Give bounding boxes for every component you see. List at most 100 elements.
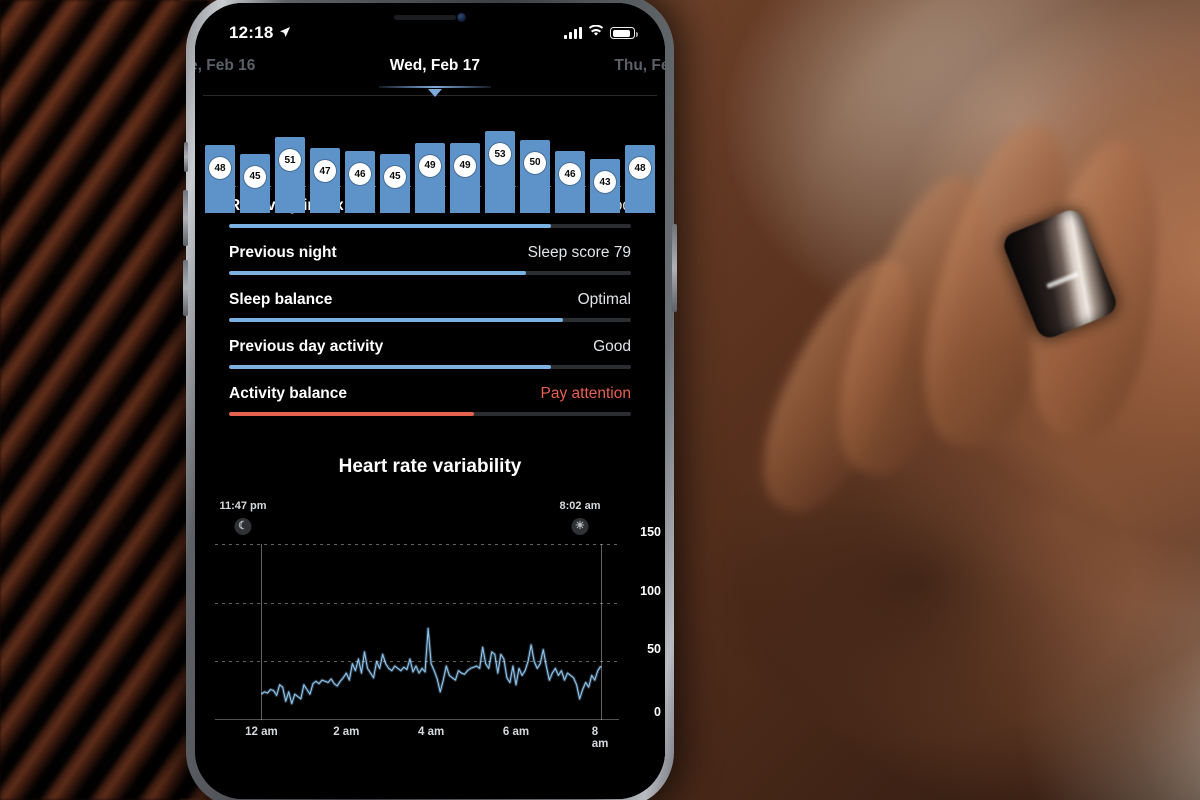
hrv-x-axis-label: 8 am: [591, 726, 609, 750]
hrv-gridline: [215, 661, 619, 663]
readiness-bar[interactable]: 53: [485, 103, 515, 213]
readiness-bar-value-badge: 48: [629, 157, 651, 180]
metric-value: Good: [593, 338, 631, 355]
readiness-bar[interactable]: 51: [275, 103, 305, 213]
date-tab-current-label: Wed, Feb 17: [389, 57, 480, 74]
readiness-bar[interactable]: 48: [625, 103, 655, 213]
sun-icon: ☀: [571, 518, 589, 535]
metric-progress-track: [229, 365, 631, 369]
readiness-bar[interactable]: 48: [205, 103, 235, 213]
readiness-bar[interactable]: 43: [590, 103, 620, 213]
metric-progress-fill: [229, 271, 527, 275]
hrv-chart[interactable]: 11:47 pm ☾ 8:02 am ☀ 0 50 100 150 12 am …: [195, 500, 665, 750]
hrv-end-marker-line: [600, 544, 602, 720]
readiness-bar-value-badge: 49: [454, 154, 476, 177]
metric-row-header: Sleep balance Optimal: [229, 291, 631, 318]
readiness-bar[interactable]: 46: [555, 103, 585, 213]
metrics-list: Recovery indexGoodPrevious nightSleep sc…: [195, 197, 665, 416]
app-screen: 12:18 e, Feb 16 Wed, Feb 17 Thu, F 48 45…: [195, 3, 665, 799]
readiness-bar[interactable]: 47: [310, 103, 340, 213]
moon-icon: ☾: [234, 518, 252, 535]
readiness-bar[interactable]: 45: [240, 103, 270, 213]
hrv-start-time: 11:47 pm ☾: [219, 500, 267, 535]
hrv-time-markers: 11:47 pm ☾ 8:02 am ☀: [195, 500, 665, 544]
metric-value: Pay attention: [540, 385, 631, 402]
metric-row[interactable]: Previous night Sleep score 79: [229, 228, 631, 275]
date-tab-current[interactable]: Wed, Feb 17: [378, 53, 491, 97]
readiness-bar[interactable]: 45: [380, 103, 410, 213]
hrv-end-time: 8:02 am ☀: [560, 500, 600, 535]
hrv-title: Heart rate variability: [338, 456, 522, 477]
metrics-panel: Recovery indexGoodPrevious nightSleep sc…: [195, 197, 665, 799]
readiness-bar-value-badge: 51: [279, 149, 301, 171]
metric-progress-track: [229, 412, 631, 416]
status-bar-indicators: [564, 24, 638, 42]
date-tab-bar: e, Feb 16 Wed, Feb 17 Thu, Feb: [195, 53, 665, 97]
battery-icon: [610, 27, 638, 39]
status-bar-time: 12:18: [229, 23, 274, 42]
hrv-x-axis-label: 4 am: [418, 726, 445, 738]
metric-label: Previous night: [229, 244, 337, 261]
metric-row[interactable]: Activity balance Pay attention: [229, 369, 631, 416]
readiness-bar-value-badge: 45: [244, 165, 266, 188]
hrv-x-axis-label: 6 am: [502, 726, 530, 738]
hrv-y-axis-label: 50: [647, 642, 661, 657]
readiness-bar-value-badge: 53: [489, 143, 511, 166]
hrv-start-marker-line: [261, 544, 263, 720]
readiness-bar-value-badge: 48: [209, 157, 231, 180]
status-bar-time-group: 12:18: [229, 23, 291, 43]
metric-row-header: Previous night Sleep score 79: [229, 244, 631, 271]
metric-progress-fill: [229, 365, 551, 369]
hrv-y-axis-label: 100: [640, 583, 661, 598]
speaker-grill-icon: [394, 15, 457, 20]
metric-progress-fill: [229, 318, 563, 322]
readiness-bar-fill: [520, 139, 550, 213]
hrv-y-axis-label: 150: [640, 525, 661, 539]
volume-up-button[interactable]: [183, 190, 188, 246]
hrv-start-time-label: 11:47 pm: [219, 500, 267, 512]
metric-value: Optimal: [577, 291, 631, 308]
metric-progress-fill: [229, 224, 551, 228]
readiness-bar-value-badge: 46: [349, 163, 371, 185]
readiness-bar-fill: [450, 142, 480, 213]
front-camera-icon: [457, 13, 466, 22]
hrv-gridline: [215, 602, 619, 604]
hrv-section: Heart rate variability 11:47 pm ☾ 8:02 a…: [195, 456, 665, 750]
metric-label: Previous day activity: [229, 338, 384, 355]
readiness-bar-value-badge: 49: [419, 154, 441, 177]
location-arrow-icon: [279, 23, 291, 43]
date-tab-previous[interactable]: e, Feb 16: [195, 53, 257, 79]
metric-row-header: Activity balance Pay attention: [229, 385, 631, 412]
readiness-bar-chart[interactable]: 48 45 51 47 46 45 49 49 53 50 46 43 48: [195, 103, 665, 213]
wifi-icon: [588, 24, 604, 42]
hrv-gridline: [215, 544, 619, 545]
volume-down-button[interactable]: [183, 260, 188, 316]
readiness-bar-value-badge: 46: [559, 163, 581, 185]
readiness-bar-value-badge: 45: [384, 165, 406, 188]
readiness-bar-value-badge: 50: [524, 151, 546, 174]
readiness-bar-value-badge: 47: [314, 160, 336, 183]
metric-row[interactable]: Sleep balance Optimal: [229, 275, 631, 322]
hrv-x-axis-labels: 12 am 2 am 4 am 6 am 8 am: [215, 720, 619, 750]
metric-label: Activity balance: [229, 385, 348, 402]
metric-value: Sleep score 79: [527, 244, 631, 261]
readiness-bar-value-badge: 43: [594, 171, 616, 194]
readiness-bar-fill: [415, 142, 445, 213]
metric-progress-fill: [229, 412, 475, 416]
date-tab-underline: [378, 86, 491, 88]
date-tab-next[interactable]: Thu, Feb: [612, 53, 665, 79]
power-button[interactable]: [672, 224, 677, 312]
readiness-bar[interactable]: 50: [520, 103, 550, 213]
metric-progress-track: [229, 318, 631, 322]
readiness-bar[interactable]: 49: [415, 103, 445, 213]
hrv-line-series: [260, 626, 603, 706]
hrv-x-axis-label: 12 am: [245, 726, 278, 738]
mute-switch[interactable]: [184, 142, 188, 172]
hrv-plot-area: 0 50 100 150: [215, 525, 661, 720]
metric-progress-track: [229, 224, 631, 228]
metric-row[interactable]: Previous day activity Good: [229, 322, 631, 369]
readiness-bar[interactable]: 49: [450, 103, 480, 213]
metric-label: Sleep balance: [229, 291, 333, 308]
date-tab-caret-icon: [427, 89, 442, 97]
readiness-bar[interactable]: 46: [345, 103, 375, 213]
